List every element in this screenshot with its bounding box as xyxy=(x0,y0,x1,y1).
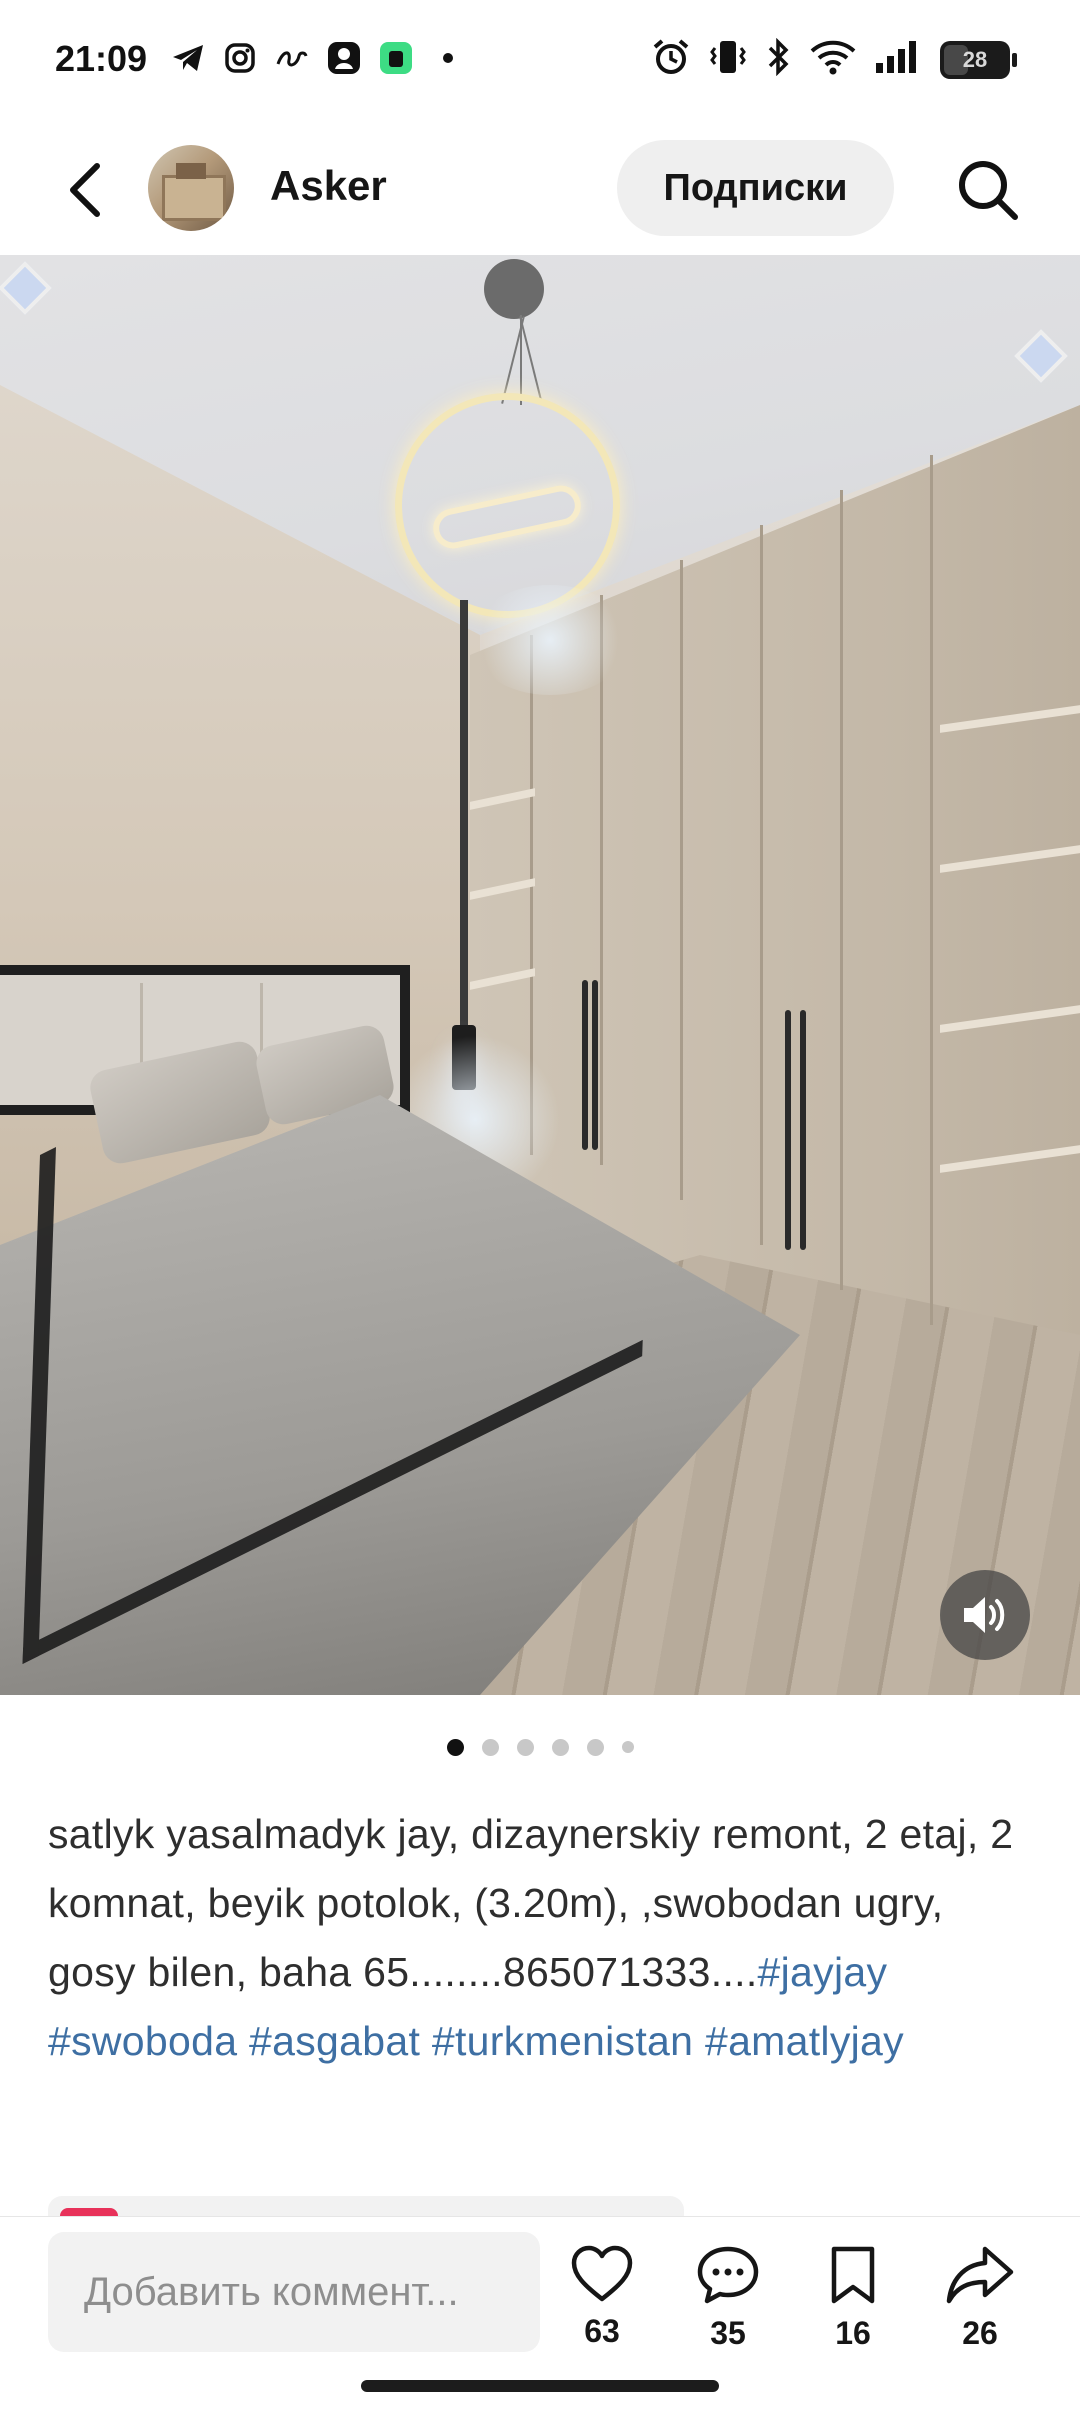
carousel-dot[interactable] xyxy=(586,1738,604,1756)
carousel-dot[interactable] xyxy=(621,1741,634,1753)
signal-icon xyxy=(874,39,922,80)
chevron-left-icon xyxy=(70,163,100,217)
share-count: 26 xyxy=(962,2315,998,2351)
android-icon xyxy=(378,40,414,76)
comment-input[interactable] xyxy=(48,2232,540,2352)
subscribe-button[interactable]: Подписки xyxy=(617,140,894,236)
system-icons: 28 xyxy=(652,37,1017,81)
vibrate-icon xyxy=(708,38,748,81)
hashtag[interactable]: #asgabat xyxy=(249,2018,420,2064)
like-button[interactable]: 63 xyxy=(552,2245,652,2350)
hashtag[interactable]: #jayjay xyxy=(758,1949,888,1995)
app-icon xyxy=(326,40,362,76)
dot-icon xyxy=(430,40,466,76)
battery-level: 28 xyxy=(962,46,988,72)
save-count: 16 xyxy=(835,2315,871,2351)
wifi-icon xyxy=(810,39,856,80)
hashtag[interactable]: #turkmenistan xyxy=(432,2018,693,2064)
instagram-icon xyxy=(222,40,258,76)
back-button[interactable] xyxy=(50,155,120,225)
share-arrow-icon xyxy=(946,2246,1014,2304)
comment-bubble-icon xyxy=(697,2246,759,2304)
swirl-icon xyxy=(274,40,310,76)
battery-icon: 28 xyxy=(940,40,1017,79)
carousel-dot[interactable] xyxy=(446,1738,464,1756)
like-count: 63 xyxy=(584,2313,620,2349)
notification-icons xyxy=(170,40,466,76)
related-card[interactable] xyxy=(48,2196,684,2216)
save-button[interactable]: 16 xyxy=(803,2245,903,2352)
post-header: Asker Подписки xyxy=(0,125,1080,255)
sound-button[interactable] xyxy=(940,1570,1030,1660)
bluetooth-icon xyxy=(766,37,792,81)
home-indicator[interactable] xyxy=(361,2380,719,2392)
status-time: 21:09 xyxy=(55,38,148,79)
avatar[interactable] xyxy=(148,145,234,231)
telegram-icon xyxy=(170,40,206,76)
carousel-indicator xyxy=(0,1735,1080,1759)
post-caption: satlyk yasalmadyk jay, dizaynerskiy remo… xyxy=(48,1800,1038,2076)
comment-button[interactable]: 35 xyxy=(678,2245,778,2352)
hashtag[interactable]: #swoboda xyxy=(48,2018,237,2064)
carousel-dot[interactable] xyxy=(551,1738,569,1756)
status-bar: 21:09 28 xyxy=(0,0,1080,125)
heart-icon xyxy=(571,2245,633,2302)
speaker-icon xyxy=(964,1597,1005,1633)
search-button[interactable] xyxy=(950,152,1025,227)
share-button[interactable]: 26 xyxy=(930,2245,1030,2352)
carousel-dot[interactable] xyxy=(516,1738,534,1756)
post-photo[interactable] xyxy=(0,255,1080,1695)
comment-count: 35 xyxy=(710,2315,746,2351)
hashtag[interactable]: #amatlyjay xyxy=(705,2018,904,2064)
carousel-dot[interactable] xyxy=(481,1738,499,1756)
bookmark-icon xyxy=(831,2246,875,2304)
username[interactable]: Asker xyxy=(270,162,387,210)
search-icon xyxy=(958,160,1018,220)
alarm-icon xyxy=(652,38,690,81)
